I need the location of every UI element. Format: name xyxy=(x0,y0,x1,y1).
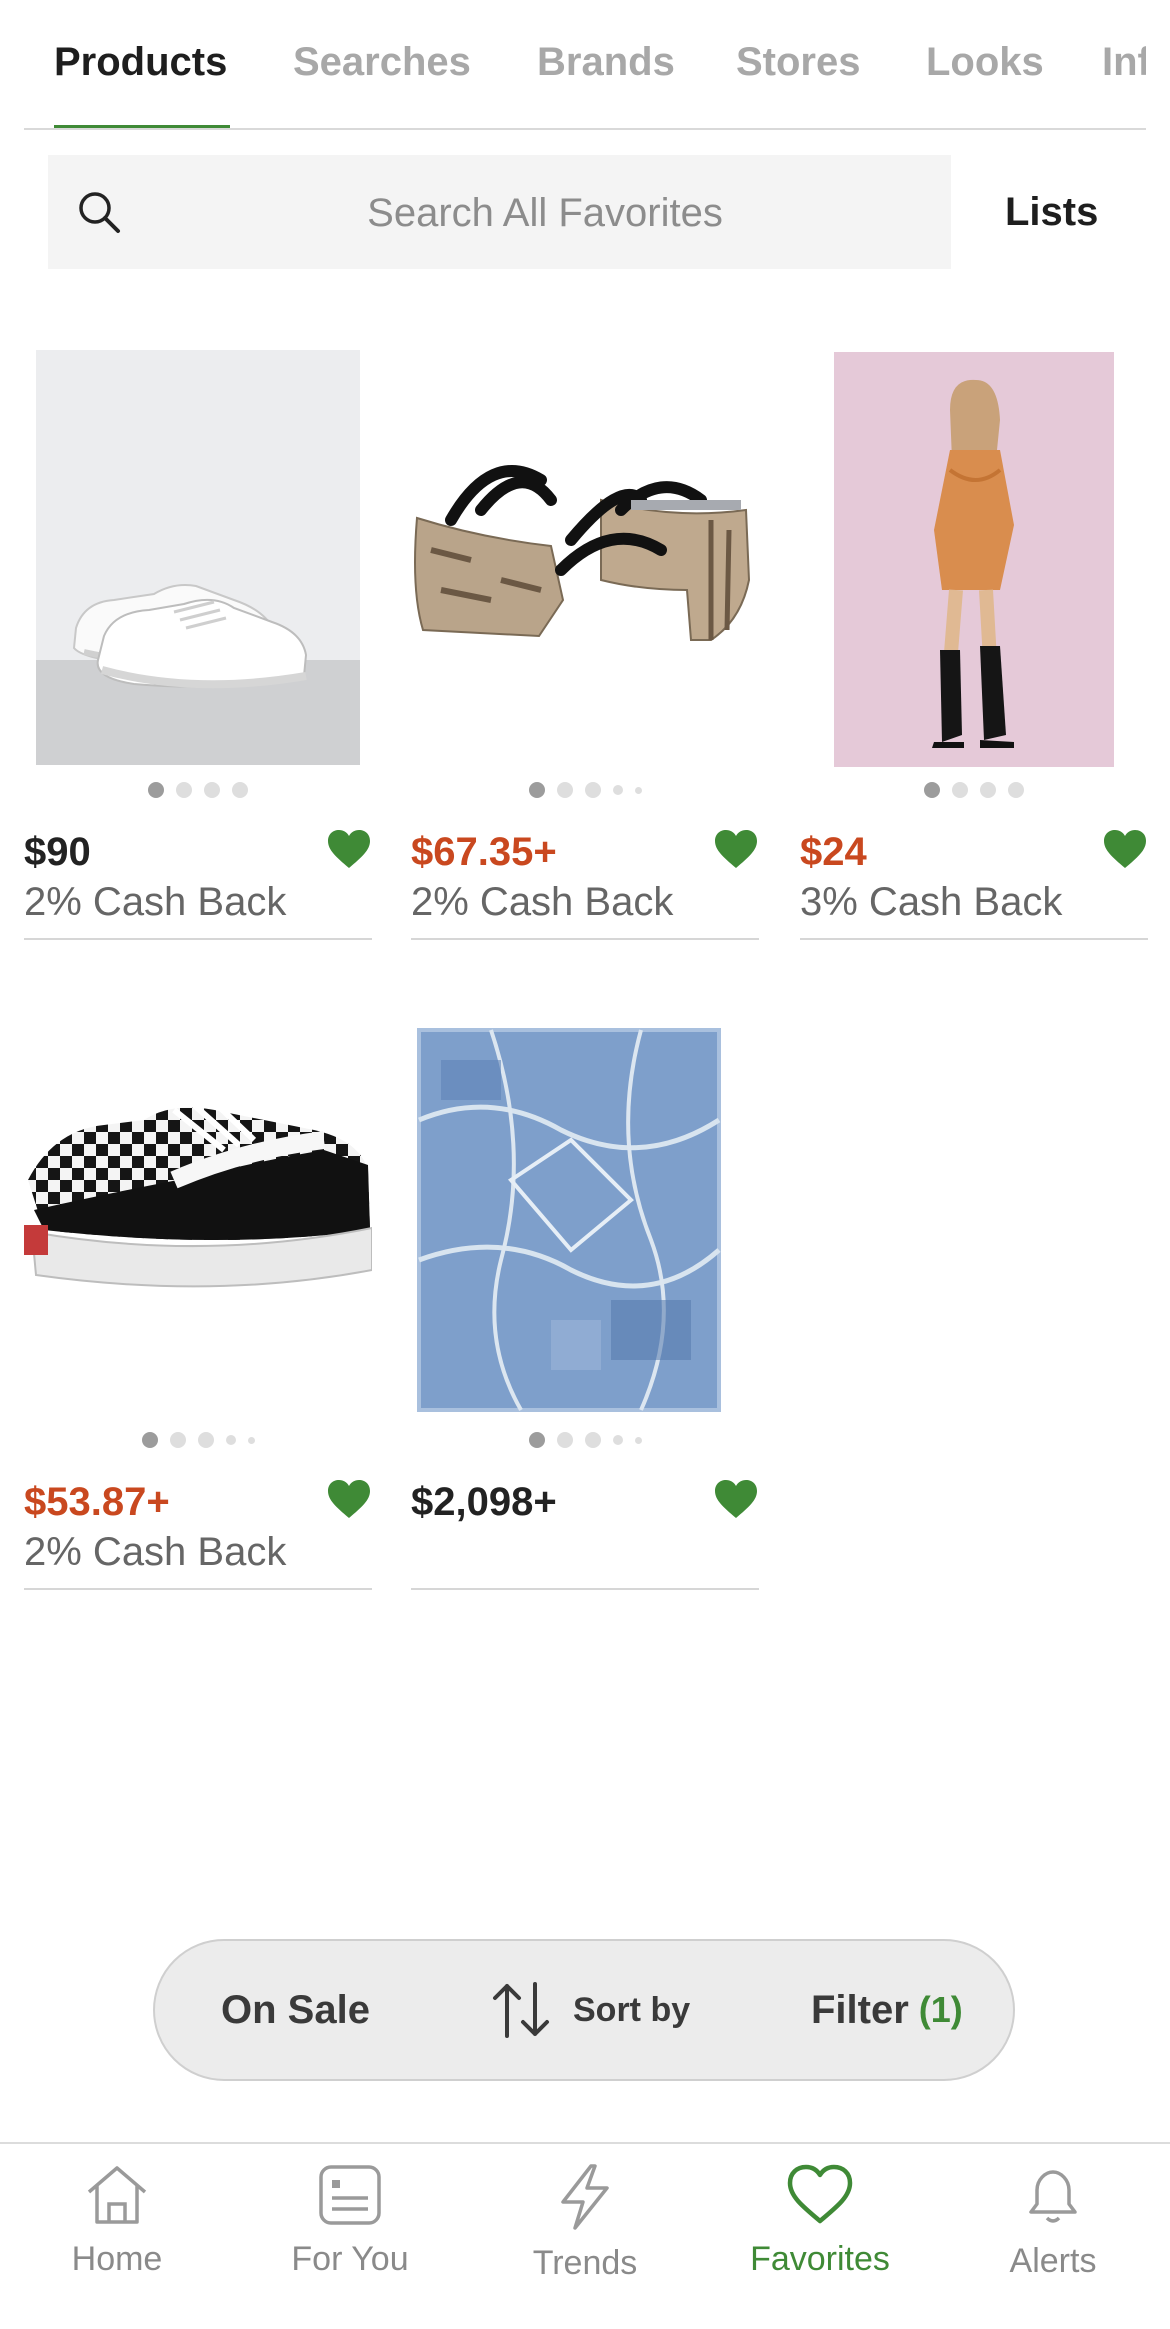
carousel-dot xyxy=(556,782,573,798)
for-you-icon xyxy=(319,2165,381,2225)
carousel-dot xyxy=(952,782,968,798)
nav-home[interactable]: Home xyxy=(17,2164,217,2279)
product-card[interactable]: $67.35+ 2% Cash Back xyxy=(411,350,759,940)
image-carousel-dots xyxy=(800,782,1148,798)
heart-icon xyxy=(787,2164,853,2224)
carousel-dot xyxy=(204,782,220,798)
cash-back-label: 3% Cash Back xyxy=(800,880,1063,924)
nav-favorites[interactable]: Favorites xyxy=(720,2164,920,2279)
product-card[interactable]: $2,098+ xyxy=(411,1000,759,1590)
filter-count-badge: (1) xyxy=(918,1989,963,2030)
home-icon xyxy=(87,2166,147,2224)
nav-alerts[interactable]: Alerts xyxy=(953,2164,1153,2281)
carousel-dot xyxy=(924,782,940,798)
nav-label: Trends xyxy=(532,2244,638,2282)
carousel-dot xyxy=(528,1432,545,1448)
card-divider xyxy=(411,938,759,940)
tab-inf[interactable]: Inf xyxy=(1102,40,1146,85)
product-image-strappy-heels[interactable] xyxy=(411,350,759,770)
tab-searches[interactable]: Searches xyxy=(293,40,471,85)
image-carousel-dots xyxy=(411,1432,759,1448)
carousel-dot xyxy=(612,1435,623,1445)
search-bar xyxy=(48,155,951,271)
product-image-white-sneakers[interactable] xyxy=(24,350,372,770)
nav-for-you[interactable]: For You xyxy=(250,2164,450,2279)
sort-arrows-icon xyxy=(493,1982,549,2038)
carousel-dot xyxy=(980,782,996,798)
search-icon xyxy=(79,192,120,233)
card-divider xyxy=(24,938,372,940)
card-divider xyxy=(24,1588,372,1590)
favorite-heart-icon[interactable] xyxy=(326,1478,372,1520)
category-tabs: Products Searches Brands Stores Looks In… xyxy=(24,0,1146,130)
nav-label: Favorites xyxy=(750,2240,890,2278)
tab-brands[interactable]: Brands xyxy=(537,40,675,85)
image-carousel-dots xyxy=(24,1432,372,1448)
nav-label: For You xyxy=(291,2240,409,2278)
image-carousel-dots xyxy=(411,782,759,798)
product-image-slip-dress[interactable] xyxy=(800,350,1148,770)
filter-button[interactable]: Filter (1) xyxy=(811,1941,963,2079)
cash-back-label: 2% Cash Back xyxy=(411,880,674,924)
product-image-checkered-sneakers[interactable] xyxy=(24,1000,372,1420)
carousel-dot xyxy=(148,782,164,798)
favorite-heart-icon[interactable] xyxy=(326,828,372,870)
card-divider xyxy=(411,1588,759,1590)
search-input[interactable] xyxy=(148,155,942,271)
product-price: $24 xyxy=(800,830,867,874)
carousel-dot xyxy=(197,1432,214,1448)
nav-trends[interactable]: Trends xyxy=(485,2164,685,2283)
cash-back-label: 2% Cash Back xyxy=(24,880,287,924)
product-price: $2,098+ xyxy=(411,1480,557,1524)
carousel-dot xyxy=(528,782,545,798)
carousel-dot xyxy=(612,785,623,795)
carousel-dot xyxy=(176,782,192,798)
carousel-dot xyxy=(232,782,248,798)
on-sale-button[interactable]: On Sale xyxy=(221,1941,370,2079)
favorite-heart-icon[interactable] xyxy=(1102,828,1148,870)
sort-by-button[interactable]: Sort by xyxy=(489,1941,690,2079)
carousel-dot xyxy=(225,1435,236,1445)
carousel-dot xyxy=(634,786,642,794)
on-sale-label: On Sale xyxy=(221,1987,370,2032)
carousel-dot xyxy=(634,1436,642,1444)
carousel-dot xyxy=(141,1432,158,1448)
image-carousel-dots xyxy=(24,782,372,798)
carousel-dot xyxy=(584,782,601,798)
tab-looks[interactable]: Looks xyxy=(926,40,1044,85)
cash-back-label: 2% Cash Back xyxy=(24,1530,287,1574)
favorite-heart-icon[interactable] xyxy=(713,1478,759,1520)
nav-label: Home xyxy=(71,2240,163,2278)
tab-products[interactable]: Products xyxy=(54,40,227,85)
product-card[interactable]: $53.87+ 2% Cash Back xyxy=(24,1000,372,1590)
carousel-dot xyxy=(247,1436,255,1444)
product-image-area-rug[interactable] xyxy=(411,1000,759,1420)
carousel-dot xyxy=(556,1432,573,1448)
active-tab-indicator xyxy=(54,125,230,128)
card-divider xyxy=(800,938,1148,940)
product-price: $90 xyxy=(24,830,91,874)
bell-icon xyxy=(1029,2170,1077,2223)
sort-filter-bar: On Sale Sort by Filter (1) xyxy=(153,1939,1015,2081)
product-price: $53.87+ xyxy=(24,1480,170,1524)
filter-label: Filter xyxy=(811,1987,909,2032)
carousel-dot xyxy=(1008,782,1024,798)
carousel-dot xyxy=(169,1432,186,1448)
tab-stores[interactable]: Stores xyxy=(736,40,861,85)
carousel-dot xyxy=(584,1432,601,1448)
lists-button[interactable]: Lists xyxy=(1005,190,1098,235)
bottom-navigation: Home For You Trends Favorites Alerts xyxy=(0,2142,1170,2329)
lightning-icon xyxy=(561,2164,609,2230)
nav-label: Alerts xyxy=(1009,2242,1097,2280)
sort-by-label: Sort by xyxy=(573,1990,691,2029)
product-card[interactable]: $90 2% Cash Back xyxy=(24,350,372,940)
product-price: $67.35+ xyxy=(411,830,557,874)
favorite-heart-icon[interactable] xyxy=(713,828,759,870)
product-card[interactable]: $24 3% Cash Back xyxy=(800,350,1148,940)
